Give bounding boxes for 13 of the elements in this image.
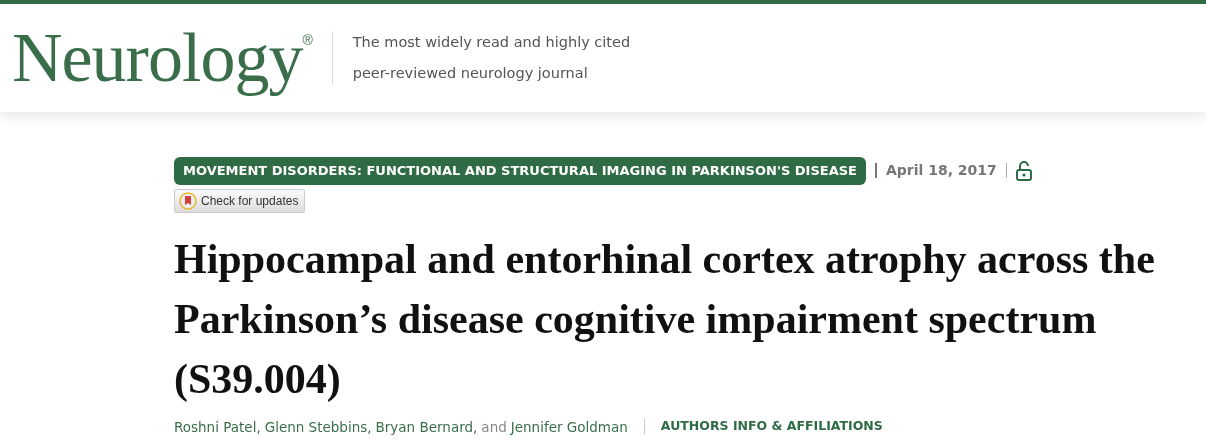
lock-icon [1015,160,1032,181]
section-label[interactable]: MOVEMENT DISORDERS: FUNCTIONAL AND STRUCTURAL IMAGING IN PARKINSON'S DISEASE [174,157,866,185]
authors-info-link[interactable]: AUTHORS INFO & AFFILIATIONS [660,417,883,436]
publication-date: April 18, 2017 [885,161,997,181]
bookmark-icon [179,191,197,210]
conjunction-text: and [481,417,507,437]
author-link[interactable]: Roshni Patel, [174,416,261,437]
article-title: Hippocampal and entorhinal cortex atrophy across the Parkinson’s disease cognitive impairment spectrum (S39.004) [174,234,1156,404]
check-for-updates-button[interactable]: Check for updates [174,188,306,213]
tagline: The most widely read and highly cited peer-reviewed neurology journal [352,33,632,83]
author-link[interactable]: Glenn Stebbins, [264,416,372,437]
author-link[interactable]: Bryan Bernard, [375,416,478,437]
author-link[interactable]: Jennifer Goldman [510,416,628,437]
